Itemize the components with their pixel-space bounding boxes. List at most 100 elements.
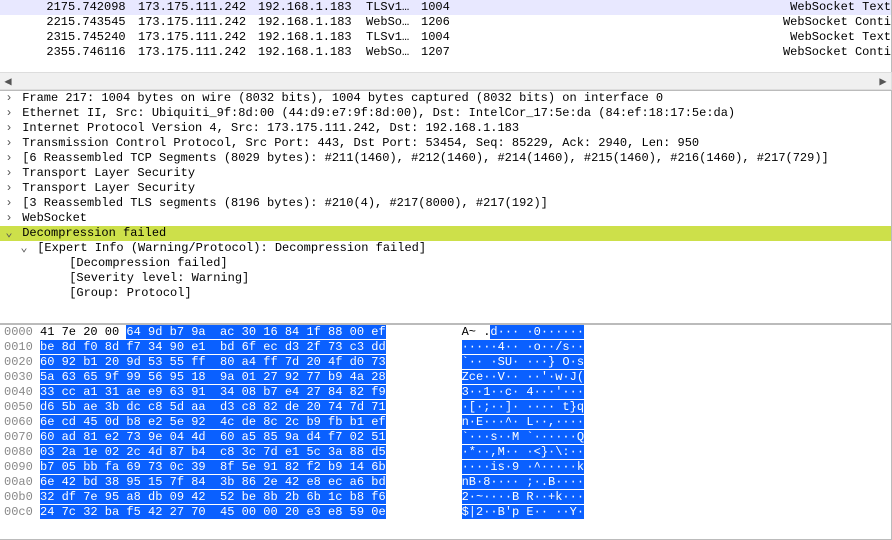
packet-row[interactable]: 217 5.742098 173.175.111.242 192.168.1.1…	[0, 0, 891, 15]
packet-col-no: 231	[30, 30, 68, 45]
detail-text: [6 Reassembled TCP Segments (8029 bytes)…	[15, 151, 829, 166]
hex-offset: 0060	[0, 415, 40, 430]
hex-offset: 0090	[0, 460, 40, 475]
hex-row[interactable]: 00606e cd 45 0d b8 e2 5e 92 4c de 8c 2c …	[0, 415, 891, 430]
caret-right-icon[interactable]: ›	[3, 136, 15, 151]
detail-text: Internet Protocol Version 4, Src: 173.17…	[15, 121, 519, 136]
detail-text: Ethernet II, Src: Ubiquiti_9f:8d:00 (44:…	[15, 106, 735, 121]
packet-bytes-pane[interactable]: 000041 7e 20 00 64 9d b7 9a ac 30 16 84 …	[0, 324, 892, 540]
detail-line[interactable]: › [3 Reassembled TLS segments (8196 byte…	[0, 196, 891, 211]
hex-bytes: 03 2a 1e 02 2c 4d 87 b4 c8 3c 7d e1 5c 3…	[40, 445, 440, 460]
caret-right-icon[interactable]: ›	[3, 151, 15, 166]
packet-col-src: 173.175.111.242	[138, 0, 258, 15]
packet-row[interactable]: 235 5.746116 173.175.111.242 192.168.1.1…	[0, 45, 891, 60]
packet-col-dst: 192.168.1.183	[258, 0, 366, 15]
detail-text: [Decompression failed]	[62, 256, 228, 271]
detail-text: WebSocket	[15, 211, 87, 226]
detail-line[interactable]: ⌄ Decompression failed	[0, 226, 891, 241]
hex-ascii: n·E···^· L··,····	[462, 415, 662, 430]
packet-col-dst: 192.168.1.183	[258, 45, 366, 60]
packet-row[interactable]: 221 5.743545 173.175.111.242 192.168.1.1…	[0, 15, 891, 30]
packet-col-info: WebSocket Text	[790, 0, 891, 15]
packet-col-info: WebSocket Conti	[783, 45, 891, 60]
packet-col-time: 5.746116	[68, 45, 138, 60]
detail-line[interactable]: [Decompression failed]	[0, 256, 891, 271]
detail-line[interactable]: › Ethernet II, Src: Ubiquiti_9f:8d:00 (4…	[0, 106, 891, 121]
hex-bytes: 60 ad 81 e2 73 9e 04 4d 60 a5 85 9a d4 f…	[40, 430, 440, 445]
packet-col-proto: TLSv1…	[366, 30, 421, 45]
scroll-right-icon[interactable]: ▶	[875, 74, 891, 89]
packet-col-src: 173.175.111.242	[138, 15, 258, 30]
detail-text: Transmission Control Protocol, Src Port:…	[15, 136, 699, 151]
packet-col-len: 1004	[421, 30, 466, 45]
caret-right-icon[interactable]: ›	[3, 166, 15, 181]
detail-text: Transport Layer Security	[15, 166, 195, 181]
hex-ascii: Zce··V·· ··'·w·J(	[462, 370, 662, 385]
hex-bytes: 6e cd 45 0d b8 e2 5e 92 4c de 8c 2c b9 f…	[40, 415, 440, 430]
caret-down-icon[interactable]: ⌄	[3, 226, 15, 241]
caret-down-icon[interactable]: ⌄	[18, 241, 30, 256]
detail-text: Transport Layer Security	[15, 181, 195, 196]
hex-row[interactable]: 00305a 63 65 9f 99 56 95 18 9a 01 27 92 …	[0, 370, 891, 385]
hex-bytes: d6 5b ae 3b dc c8 5d aa d3 c8 82 de 20 7…	[40, 400, 440, 415]
hex-ascii: ·[·;··]· ···· t}q	[462, 400, 662, 415]
hex-row[interactable]: 00a06e 42 bd 38 95 15 7f 84 3b 86 2e 42 …	[0, 475, 891, 490]
packet-col-time: 5.742098	[68, 0, 138, 15]
hex-bytes: b7 05 bb fa 69 73 0c 39 8f 5e 91 82 f2 b…	[40, 460, 440, 475]
detail-line[interactable]: › Transmission Control Protocol, Src Por…	[0, 136, 891, 151]
hex-offset: 00a0	[0, 475, 40, 490]
packet-row[interactable]: 231 5.745240 173.175.111.242 192.168.1.1…	[0, 30, 891, 45]
scroll-left-icon[interactable]: ◀	[0, 74, 16, 89]
detail-line[interactable]: [Group: Protocol]	[0, 286, 891, 301]
hex-row[interactable]: 007060 ad 81 e2 73 9e 04 4d 60 a5 85 9a …	[0, 430, 891, 445]
detail-text: [Severity level: Warning]	[62, 271, 249, 286]
hex-row[interactable]: 008003 2a 1e 02 2c 4d 87 b4 c8 3c 7d e1 …	[0, 445, 891, 460]
hex-row[interactable]: 002060 92 b1 20 9d 53 55 ff 80 a4 ff 7d …	[0, 355, 891, 370]
hex-ascii: nB·8···· ;·.B····	[462, 475, 662, 490]
caret-right-icon[interactable]: ›	[3, 211, 15, 226]
hex-row[interactable]: 0010be 8d f0 8d f7 34 90 e1 bd 6f ec d3 …	[0, 340, 891, 355]
detail-line[interactable]: › Frame 217: 1004 bytes on wire (8032 bi…	[0, 91, 891, 106]
hex-offset: 0020	[0, 355, 40, 370]
packet-col-src: 173.175.111.242	[138, 30, 258, 45]
detail-line[interactable]: › [6 Reassembled TCP Segments (8029 byte…	[0, 151, 891, 166]
hex-row[interactable]: 000041 7e 20 00 64 9d b7 9a ac 30 16 84 …	[0, 325, 891, 340]
caret-right-icon[interactable]: ›	[3, 106, 15, 121]
caret-right-icon[interactable]: ›	[3, 91, 15, 106]
detail-line[interactable]: [Severity level: Warning]	[0, 271, 891, 286]
hex-row[interactable]: 00b032 df 7e 95 a8 db 09 42 52 be 8b 2b …	[0, 490, 891, 505]
hex-row[interactable]: 0050d6 5b ae 3b dc c8 5d aa d3 c8 82 de …	[0, 400, 891, 415]
packet-col-info: WebSocket Conti	[783, 15, 891, 30]
hex-row[interactable]: 00c024 7c 32 ba f5 42 27 70 45 00 00 20 …	[0, 505, 891, 520]
caret-right-icon[interactable]: ›	[3, 181, 15, 196]
packet-col-dst: 192.168.1.183	[258, 30, 366, 45]
caret-right-icon[interactable]: ›	[3, 196, 15, 211]
packet-col-no: 235	[30, 45, 68, 60]
hex-row[interactable]: 004033 cc a1 31 ae e9 63 91 34 08 b7 e4 …	[0, 385, 891, 400]
detail-text: Decompression failed	[15, 226, 166, 241]
detail-line[interactable]: ⌄ [Expert Info (Warning/Protocol): Decom…	[0, 241, 891, 256]
hex-bytes: 33 cc a1 31 ae e9 63 91 34 08 b7 e4 27 8…	[40, 385, 440, 400]
hex-ascii: ·*··,M·· ·<}·\:··	[462, 445, 662, 460]
detail-line[interactable]: › Transport Layer Security	[0, 166, 891, 181]
packet-col-len: 1207	[421, 45, 466, 60]
hex-offset: 0000	[0, 325, 40, 340]
detail-line[interactable]: › WebSocket	[0, 211, 891, 226]
caret-right-icon[interactable]: ›	[3, 121, 15, 136]
hex-bytes: 41 7e 20 00 64 9d b7 9a ac 30 16 84 1f 8…	[40, 325, 440, 340]
detail-line[interactable]: › Transport Layer Security	[0, 181, 891, 196]
hex-offset: 0030	[0, 370, 40, 385]
packet-list-pane[interactable]: 217 5.742098 173.175.111.242 192.168.1.1…	[0, 0, 892, 73]
hex-row[interactable]: 0090b7 05 bb fa 69 73 0c 39 8f 5e 91 82 …	[0, 460, 891, 475]
packet-list-hscrollbar[interactable]: ◀ ▶	[0, 72, 892, 90]
detail-line[interactable]: › Internet Protocol Version 4, Src: 173.…	[0, 121, 891, 136]
packet-col-len: 1004	[421, 0, 466, 15]
hex-ascii: ····is·9 ·^·····k	[462, 460, 662, 475]
detail-text: [Group: Protocol]	[62, 286, 192, 301]
packet-detail-pane[interactable]: › Frame 217: 1004 bytes on wire (8032 bi…	[0, 90, 892, 324]
hex-ascii: A~ .d··· ·0······	[462, 325, 662, 340]
hex-offset: 00c0	[0, 505, 40, 520]
packet-col-time: 5.745240	[68, 30, 138, 45]
packet-col-dst: 192.168.1.183	[258, 15, 366, 30]
packet-col-proto: WebSo…	[366, 45, 421, 60]
